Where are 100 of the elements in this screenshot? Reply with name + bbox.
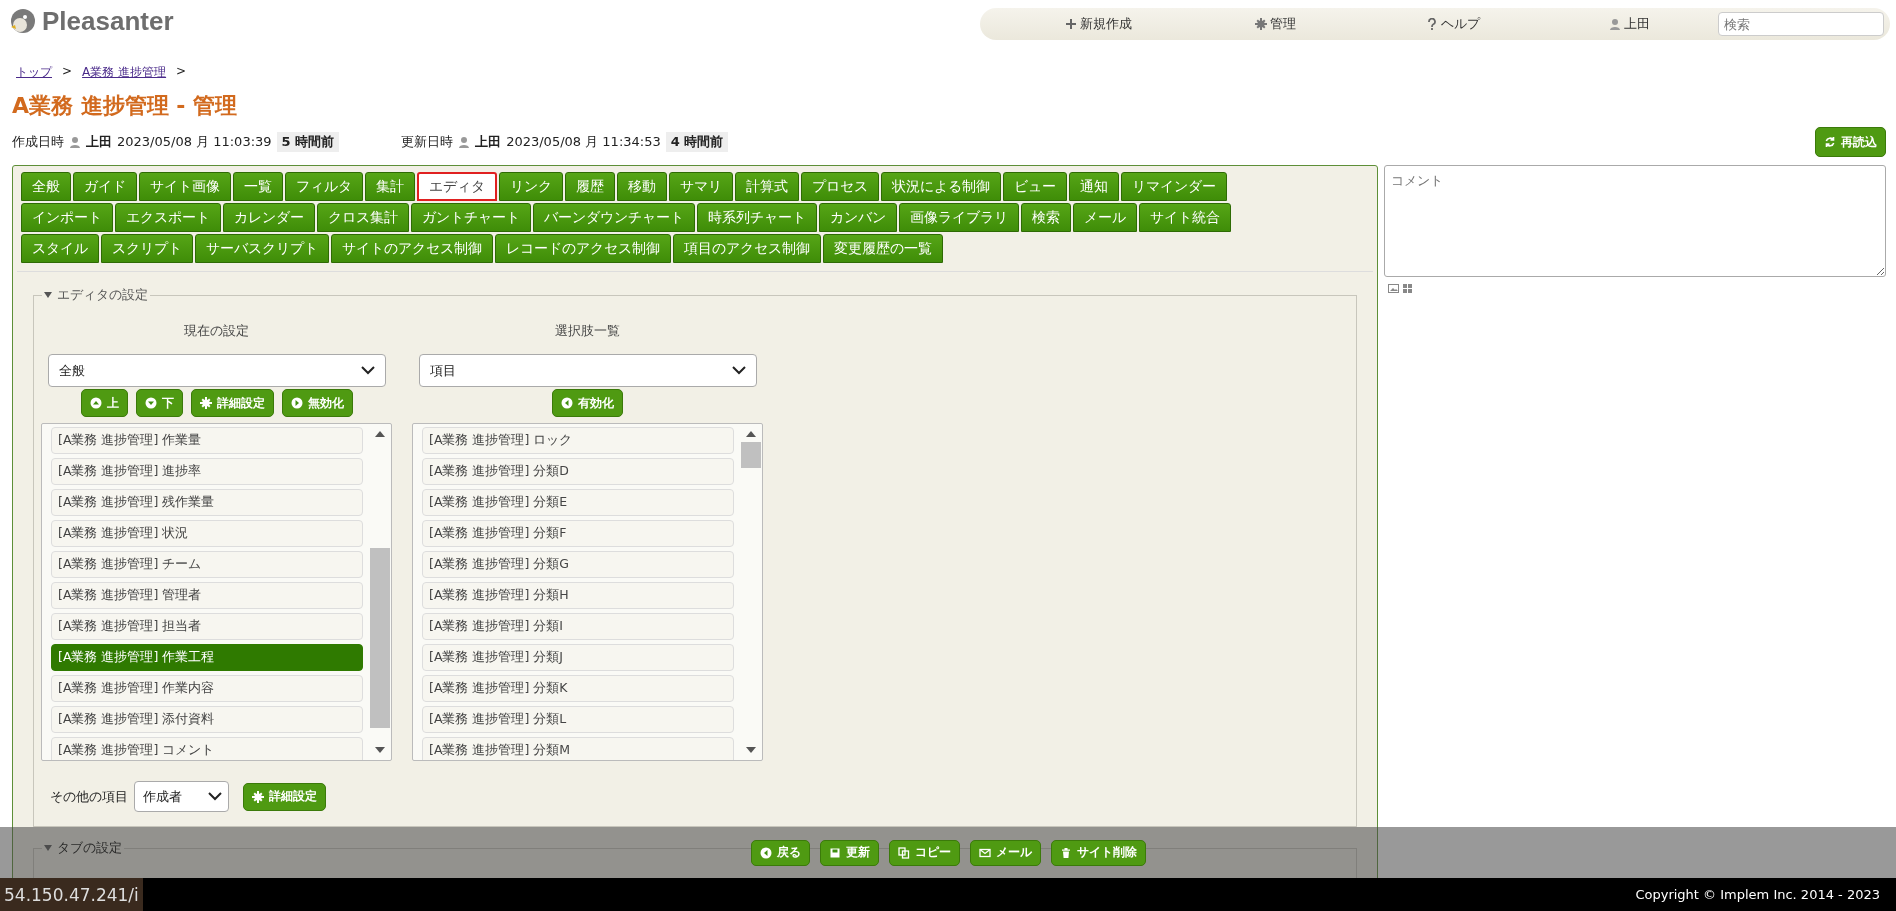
timestamp: 2023/05/08 月 11:03:39 [117, 133, 272, 151]
tab[interactable]: 変更履歴の一覧 [823, 234, 943, 263]
tab[interactable]: リンク [499, 172, 563, 201]
list-item[interactable]: [A業務 進捗管理] 分類G [422, 551, 734, 578]
list-item[interactable]: [A業務 進捗管理] 分類M [422, 737, 734, 760]
scroll-thumb[interactable] [741, 442, 761, 468]
action-button[interactable]: 詳細設定 [190, 389, 274, 417]
tab[interactable]: プロセス [801, 172, 879, 201]
list-item[interactable]: [A業務 進捗管理] ロック [422, 427, 734, 454]
scroll-up-icon[interactable] [746, 430, 756, 438]
tab[interactable]: 検索 [1021, 203, 1071, 232]
scroll-up-icon[interactable] [375, 430, 385, 438]
tab[interactable]: クロス集計 [317, 203, 409, 232]
tab[interactable]: 項目のアクセス制御 [673, 234, 821, 263]
nav-link[interactable]: ヘルプ [1364, 15, 1541, 33]
tab[interactable]: 履歴 [565, 172, 615, 201]
tab[interactable]: 全般 [21, 172, 71, 201]
search-field[interactable]: 検索 [1718, 12, 1884, 36]
action-button[interactable]: 下 [135, 389, 183, 417]
list-item[interactable]: [A業務 進捗管理] コメント [51, 737, 363, 760]
nav-link[interactable]: 新規作成 [1010, 15, 1187, 33]
action-button[interactable]: 詳細設定 [243, 782, 326, 811]
list-item[interactable]: [A業務 進捗管理] 分類L [422, 706, 734, 733]
footer-button[interactable]: サイト削除 [1050, 839, 1146, 866]
scroll-thumb[interactable] [370, 548, 390, 728]
reload-button[interactable]: 再読込 [1815, 127, 1886, 157]
list-item[interactable]: [A業務 進捗管理] チーム [51, 551, 363, 578]
list-item[interactable]: [A業務 進捗管理] 残作業量 [51, 489, 363, 516]
tab[interactable]: 通知 [1069, 172, 1119, 201]
tab[interactable]: ガントチャート [411, 203, 531, 232]
list-item[interactable]: [A業務 進捗管理] 添付資料 [51, 706, 363, 733]
tab[interactable]: メール [1073, 203, 1137, 232]
breadcrumb-link[interactable]: トップ [16, 64, 52, 81]
tab[interactable]: 集計 [365, 172, 415, 201]
action-button[interactable]: 無効化 [281, 389, 353, 417]
list-item[interactable]: [A業務 進捗管理] 分類E [422, 489, 734, 516]
scroll-down-icon[interactable] [375, 746, 385, 754]
tab[interactable]: 移動 [617, 172, 667, 201]
tab[interactable]: 画像ライブラリ [899, 203, 1019, 232]
action-button[interactable]: 上 [80, 389, 128, 417]
tab[interactable]: 計算式 [735, 172, 799, 201]
list-item[interactable]: [A業務 進捗管理] 作業工程 [51, 644, 363, 671]
dropdown[interactable]: 作成者 [134, 781, 229, 812]
nav-link[interactable]: 上田 [1541, 15, 1718, 33]
tab[interactable]: レコードのアクセス制御 [495, 234, 671, 263]
tab[interactable]: ガイド [73, 172, 137, 201]
list-item[interactable]: [A業務 進捗管理] 分類H [422, 582, 734, 609]
mail-icon [978, 846, 991, 859]
table-icon[interactable] [1403, 284, 1412, 293]
tab[interactable]: エディタ [417, 172, 497, 201]
tab[interactable]: カレンダー [223, 203, 315, 232]
dropdown[interactable]: 項目 [418, 354, 757, 387]
page-title: A業務 進捗管理 - 管理 [12, 92, 239, 120]
footer-button[interactable]: メール [969, 839, 1041, 866]
breadcrumb-link[interactable]: A業務 進捗管理 [82, 64, 167, 81]
breadcrumb-separator: > [62, 64, 73, 80]
footer-button[interactable]: コピー [888, 839, 960, 866]
tab[interactable]: 一覧 [233, 172, 283, 201]
tab[interactable]: 時系列チャート [697, 203, 817, 232]
tab[interactable]: エクスポート [115, 203, 221, 232]
user-name: 上田 [86, 133, 112, 151]
tab[interactable]: カンバン [819, 203, 897, 232]
list-item[interactable]: [A業務 進捗管理] 作業内容 [51, 675, 363, 702]
chevron-down-icon [360, 366, 375, 375]
tab[interactable]: サイト画像 [139, 172, 231, 201]
tab[interactable]: インポート [21, 203, 113, 232]
tab[interactable]: スタイル [21, 234, 99, 263]
dropdown[interactable]: 全般 [47, 354, 386, 387]
field-label: その他の項目 [50, 787, 128, 806]
list-item[interactable]: [A業務 進捗管理] 状況 [51, 520, 363, 547]
tab[interactable]: サマリ [669, 172, 733, 201]
logo-text[interactable]: Pleasanter [42, 6, 174, 37]
comment-field[interactable]: コメント [1384, 165, 1886, 277]
section-legend[interactable]: タブの設定 [42, 839, 124, 857]
tab[interactable]: サイトのアクセス制御 [331, 234, 493, 263]
list-item[interactable]: [A業務 進捗管理] 分類K [422, 675, 734, 702]
tab[interactable]: サイト統合 [1139, 203, 1231, 232]
list-item[interactable]: [A業務 進捗管理] 分類F [422, 520, 734, 547]
tab[interactable]: スクリプト [101, 234, 193, 263]
tab[interactable]: リマインダー [1121, 172, 1227, 201]
list-item[interactable]: [A業務 進捗管理] 管理者 [51, 582, 363, 609]
section-legend[interactable]: エディタの設定 [42, 286, 150, 304]
action-button[interactable]: 有効化 [552, 389, 623, 417]
tab[interactable]: サーバスクリプト [195, 234, 329, 263]
list-item[interactable]: [A業務 進捗管理] 分類I [422, 613, 734, 640]
scroll-down-icon[interactable] [746, 746, 756, 754]
tab[interactable]: ビュー [1003, 172, 1067, 201]
list-item[interactable]: [A業務 進捗管理] 担当者 [51, 613, 363, 640]
elapsed-time: 5 時間前 [276, 132, 340, 152]
image-icon[interactable] [1388, 284, 1399, 293]
list-item[interactable]: [A業務 進捗管理] 作業量 [51, 427, 363, 454]
tab[interactable]: フィルタ [285, 172, 363, 201]
list-item[interactable]: [A業務 進捗管理] 分類D [422, 458, 734, 485]
column-heading: 現在の設定 [184, 322, 249, 340]
tab[interactable]: 状況による制御 [881, 172, 1001, 201]
list-item[interactable]: [A業務 進捗管理] 分類J [422, 644, 734, 671]
tab[interactable]: バーンダウンチャート [533, 203, 695, 232]
meta-label: 作成日時 [12, 133, 64, 151]
nav-link[interactable]: 管理 [1187, 15, 1364, 33]
list-item[interactable]: [A業務 進捗管理] 進捗率 [51, 458, 363, 485]
